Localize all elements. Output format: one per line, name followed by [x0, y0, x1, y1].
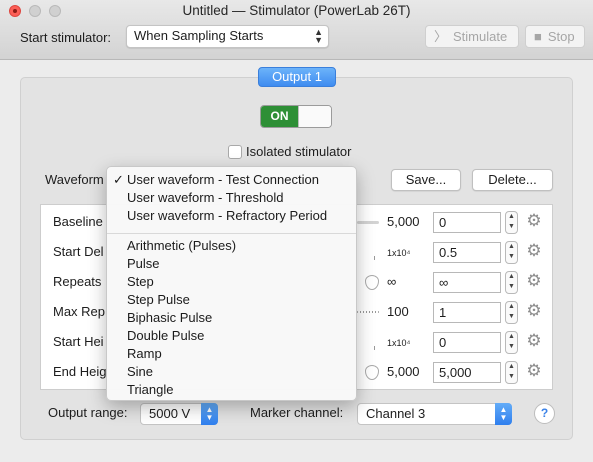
checkmark-icon: ✓ — [113, 172, 124, 187]
menu-separator — [107, 233, 356, 234]
param-slider[interactable] — [357, 221, 379, 224]
menu-item-double-pulse[interactable]: Double Pulse — [107, 327, 356, 345]
chevron-updown-icon: ▲ ▼ — [201, 403, 218, 425]
isolated-stimulator-checkbox[interactable] — [228, 145, 242, 159]
param-slider[interactable] — [357, 311, 379, 313]
param-slider[interactable] — [374, 256, 375, 260]
param-name: Start Del — [53, 244, 104, 259]
param-name: Max Rep — [53, 304, 106, 319]
menu-item-pulse[interactable]: Pulse — [107, 255, 356, 273]
save-button[interactable]: Save... — [391, 169, 461, 191]
output-range-popup[interactable]: 5000 V ▲ ▼ — [140, 403, 218, 425]
param-max: 100 — [387, 304, 409, 319]
menu-item-sine[interactable]: Sine — [107, 363, 356, 381]
help-button[interactable]: ? — [534, 403, 555, 424]
titlebar: Untitled — Stimulator (PowerLab 26T) Sta… — [0, 0, 593, 60]
toggle-knob — [298, 106, 331, 127]
tab-output-1[interactable]: Output 1 — [258, 67, 336, 87]
param-name: Baseline — [53, 214, 103, 229]
gear-icon[interactable]: ⚙ — [525, 362, 543, 380]
param-value-input[interactable]: ∞ — [433, 272, 501, 293]
isolated-stimulator-label: Isolated stimulator — [246, 144, 352, 159]
param-max: 5,000 — [387, 364, 420, 379]
menu-item-label: User waveform - Test Connection — [127, 172, 319, 187]
param-max: ∞ — [387, 274, 397, 289]
param-stepper[interactable]: ▲ ▼ — [505, 271, 518, 294]
param-slider-knob[interactable] — [365, 365, 379, 380]
stop-icon: ■ — [534, 29, 542, 44]
start-stimulator-value: When Sampling Starts — [134, 28, 264, 43]
marker-channel-value: Channel 3 — [366, 406, 426, 421]
param-stepper[interactable]: ▲ ▼ — [505, 241, 518, 264]
stop-label: Stop — [547, 29, 575, 44]
param-value-input[interactable]: 0 — [433, 332, 501, 353]
menu-item-biphasic-pulse[interactable]: Biphasic Pulse — [107, 309, 356, 327]
start-stimulator-popup[interactable]: When Sampling Starts ▲ ▼ — [126, 25, 329, 48]
marker-channel-popup[interactable]: Channel 3 ▲ ▼ — [357, 403, 512, 425]
chevron-updown-icon: ▲ ▼ — [495, 403, 512, 425]
waveform-label: Waveform — [45, 172, 104, 187]
param-stepper[interactable]: ▲ ▼ — [505, 301, 518, 324]
menu-item-arithmetic[interactable]: Arithmetic (Pulses) — [107, 237, 356, 255]
delete-button[interactable]: Delete... — [472, 169, 553, 191]
gear-icon[interactable]: ⚙ — [525, 272, 543, 290]
stimulate-label: Stimulate — [453, 29, 508, 44]
param-stepper[interactable]: ▲ ▼ — [505, 361, 518, 384]
menu-item-ramp[interactable]: Ramp — [107, 345, 356, 363]
param-max: 1x10⁴ — [387, 338, 411, 348]
marker-channel-label: Marker channel: — [250, 405, 344, 420]
stimulator-window: Untitled — Stimulator (PowerLab 26T) Sta… — [0, 0, 593, 462]
param-slider-knob[interactable] — [365, 275, 379, 290]
chevron-updown-icon: ▲ ▼ — [314, 27, 323, 45]
play-icon: 〉 — [434, 29, 448, 44]
menu-item-user-refractory-period[interactable]: User waveform - Refractory Period — [107, 207, 356, 225]
menu-item-triangle[interactable]: Triangle — [107, 381, 356, 399]
param-max: 5,000 — [387, 214, 420, 229]
gear-icon[interactable]: ⚙ — [525, 332, 543, 350]
output-on-toggle[interactable]: ON — [260, 105, 332, 128]
param-name: Repeats — [53, 274, 102, 289]
menu-item-step-pulse[interactable]: Step Pulse — [107, 291, 356, 309]
param-slider[interactable] — [374, 346, 375, 350]
param-max: 1x10⁴ — [387, 248, 411, 258]
param-name: Start Hei — [53, 334, 104, 349]
param-stepper[interactable]: ▲ ▼ — [505, 331, 518, 354]
output-range-label: Output range: — [48, 405, 128, 420]
param-stepper[interactable]: ▲ ▼ — [505, 211, 518, 234]
menu-item-step[interactable]: Step — [107, 273, 356, 291]
start-stimulator-label: Start stimulator: — [20, 30, 112, 45]
menu-item-user-test-connection[interactable]: ✓ User waveform - Test Connection — [107, 171, 356, 189]
stop-button[interactable]: ■ Stop — [525, 25, 585, 48]
menu-item-user-threshold[interactable]: User waveform - Threshold — [107, 189, 356, 207]
gear-icon[interactable]: ⚙ — [525, 242, 543, 260]
param-value-input[interactable]: 0 — [433, 212, 501, 233]
param-value-input[interactable]: 1 — [433, 302, 501, 323]
waveform-menu: ✓ User waveform - Test Connection User wa… — [106, 166, 357, 401]
output-range-value: 5000 V — [149, 406, 191, 421]
toggle-on-label: ON — [261, 106, 298, 127]
gear-icon[interactable]: ⚙ — [525, 302, 543, 320]
param-value-input[interactable]: 5,000 — [433, 362, 501, 383]
window-title: Untitled — Stimulator (PowerLab 26T) — [182, 3, 411, 18]
param-name: End Heig — [53, 364, 107, 379]
stimulate-button[interactable]: 〉 Stimulate — [425, 25, 519, 48]
param-value-input[interactable]: 0.5 — [433, 242, 501, 263]
gear-icon[interactable]: ⚙ — [525, 212, 543, 230]
